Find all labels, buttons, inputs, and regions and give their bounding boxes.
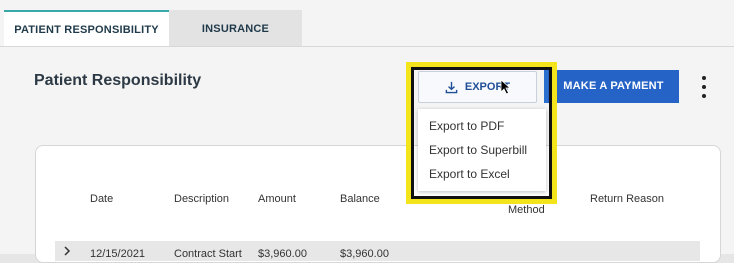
column-header-amount[interactable]: Amount (258, 193, 296, 205)
cell-balance: $3,960.00 (340, 248, 389, 260)
column-header-description[interactable]: Description (174, 193, 229, 205)
export-dropdown-menu: Export to PDF Export to Superbill Export… (418, 109, 546, 191)
column-header-method[interactable]: Method (508, 204, 545, 216)
tab-bar: PATIENT RESPONSIBILITY INSURANCE (0, 10, 734, 47)
make-payment-button[interactable]: MAKE A PAYMENT (548, 70, 679, 103)
column-header-date[interactable]: Date (90, 193, 113, 205)
tab-insurance[interactable]: INSURANCE (169, 10, 302, 46)
export-button[interactable]: EXPORT (418, 71, 537, 103)
download-icon (445, 81, 458, 93)
menu-item-export-excel[interactable]: Export to Excel (429, 167, 510, 181)
row-expand-chevron-icon[interactable] (63, 246, 71, 259)
cell-date: 12/15/2021 (90, 248, 146, 260)
menu-item-export-superbill[interactable]: Export to Superbill (429, 143, 527, 157)
column-header-return-reason[interactable]: Return Reason (590, 193, 664, 205)
kebab-menu-icon[interactable] (700, 76, 708, 98)
column-header-balance[interactable]: Balance (340, 193, 380, 205)
cell-amount: $3,960.00 (258, 248, 307, 260)
menu-item-export-pdf[interactable]: Export to PDF (429, 119, 504, 133)
mouse-cursor-icon (500, 79, 512, 95)
tab-patient-responsibility[interactable]: PATIENT RESPONSIBILITY (4, 10, 169, 46)
cell-description: Contract Start (174, 248, 242, 260)
page-title: Patient Responsibility (34, 72, 202, 89)
page: PATIENT RESPONSIBILITY INSURANCE Patient… (0, 0, 734, 263)
